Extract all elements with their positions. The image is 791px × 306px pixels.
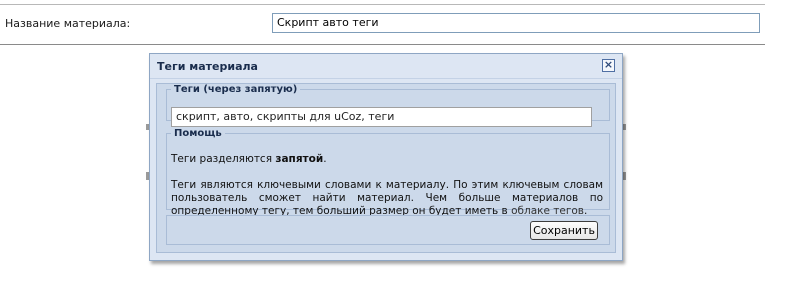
help-line-separator: Теги разделяются запятой. — [171, 153, 327, 166]
material-title-label: Название материала: — [5, 17, 131, 30]
save-button[interactable]: Сохранить — [530, 221, 598, 240]
tags-dialog: Теги материала × Теги (через запятую) По… — [149, 53, 623, 261]
dialog-body: Теги (через запятую) Помощь Теги разделя… — [156, 83, 616, 253]
section-divider — [0, 44, 765, 45]
background-fragment — [623, 172, 626, 180]
material-title-input[interactable] — [272, 13, 760, 33]
help-line-bold: запятой — [275, 153, 324, 165]
background-fragment — [623, 124, 626, 130]
help-line-prefix: Теги разделяются — [171, 153, 276, 165]
dialog-title: Теги материала — [157, 60, 258, 73]
help-fieldset: Помощь Теги разделяются запятой. Теги яв… — [166, 128, 610, 217]
dialog-titlebar[interactable]: Теги материала × — [150, 54, 622, 79]
top-divider — [0, 4, 765, 5]
help-paragraph: Теги являются ключевыми словами к матери… — [171, 179, 603, 218]
dialog-footer: Сохранить — [166, 215, 610, 245]
tags-fieldset: Теги (через запятую) — [166, 84, 610, 127]
tags-input[interactable] — [171, 107, 592, 127]
help-line-suffix: . — [323, 153, 327, 165]
close-icon[interactable]: × — [602, 59, 615, 72]
help-legend: Помощь — [174, 128, 222, 139]
tags-legend: Теги (через запятую) — [174, 84, 298, 95]
